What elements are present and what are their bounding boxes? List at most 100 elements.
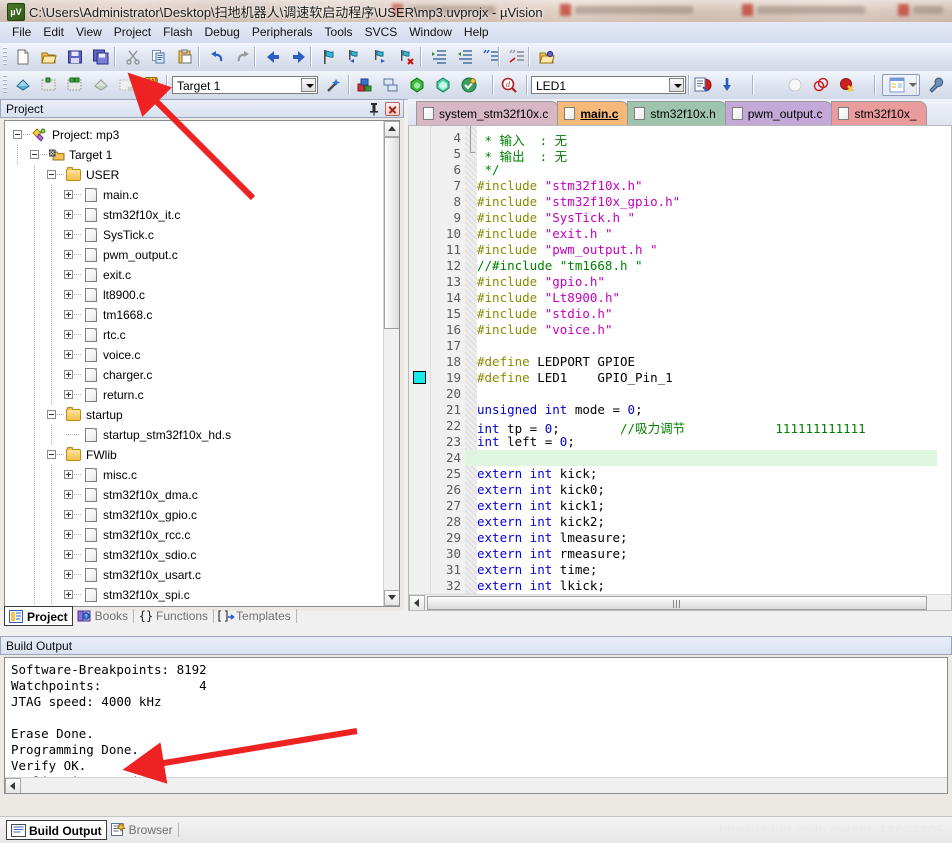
- undo-button[interactable]: [206, 46, 228, 68]
- tree-item-user[interactable]: USER: [5, 165, 379, 185]
- collapse-icon[interactable]: [47, 450, 56, 459]
- menu-item-peripherals[interactable]: Peripherals: [246, 25, 319, 40]
- target-selector[interactable]: Target 1: [172, 76, 318, 94]
- editor-hscrollbar[interactable]: [409, 594, 951, 610]
- tree-item-stm32f10x-spi-c[interactable]: stm32f10x_spi.c: [5, 585, 379, 605]
- configure-button[interactable]: [926, 74, 948, 96]
- code-text[interactable]: * 输入 : 无 * 输出 : 无 */#include "stm32f10x.…: [477, 126, 937, 594]
- bookmark-clear-button[interactable]: [396, 46, 418, 68]
- toolbar-grip[interactable]: [3, 47, 7, 67]
- editor-tab-pwm-output-c[interactable]: pwm_output.c: [724, 101, 834, 125]
- panel-tab-books[interactable]: ? Books: [73, 606, 135, 626]
- expand-icon[interactable]: [64, 570, 73, 579]
- bookmark-next-button[interactable]: [370, 46, 392, 68]
- close-icon[interactable]: [385, 102, 400, 116]
- expand-icon[interactable]: [64, 530, 73, 539]
- fold-gutter[interactable]: [465, 126, 477, 594]
- build-button[interactable]: [38, 74, 60, 96]
- tree-item-stm32f10x-usart-c[interactable]: stm32f10x_usart.c: [5, 565, 379, 585]
- build-output-hscrollbar[interactable]: [5, 777, 947, 793]
- panel-tab-templates[interactable]: [] Templates: [214, 606, 297, 626]
- expand-icon[interactable]: [64, 590, 73, 599]
- tree-item-charger-c[interactable]: charger.c: [5, 365, 379, 385]
- browse-symbol-button[interactable]: [690, 74, 712, 96]
- window-layout-button[interactable]: [886, 74, 908, 96]
- find-in-files-button[interactable]: d: [498, 74, 520, 96]
- bookmark-prev-button[interactable]: [344, 46, 366, 68]
- tree-item-main-c[interactable]: main.c: [5, 185, 379, 205]
- expand-icon[interactable]: [64, 470, 73, 479]
- expand-icon[interactable]: [64, 190, 73, 199]
- breakpoint-button[interactable]: [784, 74, 806, 96]
- uncomment-button[interactable]: [506, 46, 528, 68]
- indent-left-button[interactable]: [454, 46, 476, 68]
- build-output-text[interactable]: Software-Breakpoints: 8192 Watchpoints: 4…: [4, 657, 948, 794]
- bottom-tab-build-output[interactable]: Build Output: [6, 820, 107, 840]
- bookmark-toggle-button[interactable]: [318, 46, 340, 68]
- editor-tab-stm32f10x-h[interactable]: stm32f10x.h: [627, 101, 727, 125]
- tree-item-rtc-c[interactable]: rtc.c: [5, 325, 379, 345]
- tree-item-misc-c[interactable]: misc.c: [5, 465, 379, 485]
- panel-tab-project[interactable]: Project: [4, 606, 73, 626]
- bookmark-marker[interactable]: [413, 371, 426, 384]
- tree-item-return-c[interactable]: return.c: [5, 385, 379, 405]
- expand-icon[interactable]: [64, 390, 73, 399]
- expand-icon[interactable]: [64, 370, 73, 379]
- menu-item-edit[interactable]: Edit: [37, 25, 70, 40]
- tree-item-stm32f10x-gpio-c[interactable]: stm32f10x_gpio.c: [5, 505, 379, 525]
- copy-button[interactable]: [148, 46, 170, 68]
- menu-item-window[interactable]: Window: [403, 25, 458, 40]
- collapse-icon[interactable]: [47, 170, 56, 179]
- editor-tab-system-stm32f10x-c[interactable]: system_stm32f10x.c: [416, 101, 560, 125]
- collapse-icon[interactable]: [47, 410, 56, 419]
- tree-item-project-mp3[interactable]: Project: mp3: [5, 125, 379, 145]
- chevron-down-icon[interactable]: [669, 78, 684, 92]
- magic-wand-button[interactable]: [322, 74, 344, 96]
- tree-item-exit-c[interactable]: exit.c: [5, 265, 379, 285]
- tree-item-lt8900-c[interactable]: lt8900.c: [5, 285, 379, 305]
- collapse-icon[interactable]: [30, 150, 39, 159]
- scroll-thumb[interactable]: [384, 137, 399, 329]
- translate-button[interactable]: [12, 74, 34, 96]
- tree-item-target-1[interactable]: Target 1: [5, 145, 379, 165]
- tree-item-startup-stm32f10x-hd-s[interactable]: startup_stm32f10x_hd.s: [5, 425, 379, 445]
- tree-item-tm1668-c[interactable]: tm1668.c: [5, 305, 379, 325]
- redo-button[interactable]: [232, 46, 254, 68]
- multi-project-button[interactable]: [380, 74, 402, 96]
- back-button[interactable]: [262, 46, 284, 68]
- tree-item-systick-c[interactable]: SysTick.c: [5, 225, 379, 245]
- editor-tab-stm32f10x-[interactable]: stm32f10x_: [831, 101, 928, 125]
- paste-button[interactable]: [174, 46, 196, 68]
- tree-item-pwm-output-c[interactable]: pwm_output.c: [5, 245, 379, 265]
- save-button[interactable]: [64, 46, 86, 68]
- tree-item-startup[interactable]: startup: [5, 405, 379, 425]
- panel-tab-functions[interactable]: {} Functions: [134, 606, 215, 626]
- pin-icon[interactable]: [367, 102, 381, 116]
- scroll-left-button[interactable]: [409, 595, 425, 610]
- download-button[interactable]: LOAD: [140, 74, 162, 96]
- menu-item-file[interactable]: File: [6, 25, 37, 40]
- scroll-down-button[interactable]: [384, 590, 399, 606]
- scroll-up-button[interactable]: [384, 121, 399, 137]
- breakpoints-disable-all-button[interactable]: [758, 74, 780, 96]
- menu-item-view[interactable]: View: [70, 25, 108, 40]
- forward-button[interactable]: [288, 46, 310, 68]
- tree-item-voice-c[interactable]: voice.c: [5, 345, 379, 365]
- manage-rte-button[interactable]: [432, 74, 454, 96]
- chevron-down-icon[interactable]: [301, 78, 316, 92]
- manage-components-button[interactable]: [354, 74, 376, 96]
- tree-item-stm32f10x-sdio-c[interactable]: stm32f10x_sdio.c: [5, 545, 379, 565]
- menu-item-project[interactable]: Project: [108, 25, 157, 40]
- breakpoints-kill-button[interactable]: [836, 74, 858, 96]
- new-file-button[interactable]: [12, 46, 34, 68]
- expand-icon[interactable]: [64, 550, 73, 559]
- bookmark-gutter[interactable]: [409, 126, 431, 594]
- expand-icon[interactable]: [64, 210, 73, 219]
- tree-item-fwlib[interactable]: FWlib: [5, 445, 379, 465]
- comment-button[interactable]: [480, 46, 502, 68]
- scroll-thumb[interactable]: [427, 596, 927, 610]
- window-layout-dropdown[interactable]: [906, 74, 920, 96]
- expand-icon[interactable]: [64, 350, 73, 359]
- expand-icon[interactable]: [64, 230, 73, 239]
- stop-build-button[interactable]: [116, 74, 138, 96]
